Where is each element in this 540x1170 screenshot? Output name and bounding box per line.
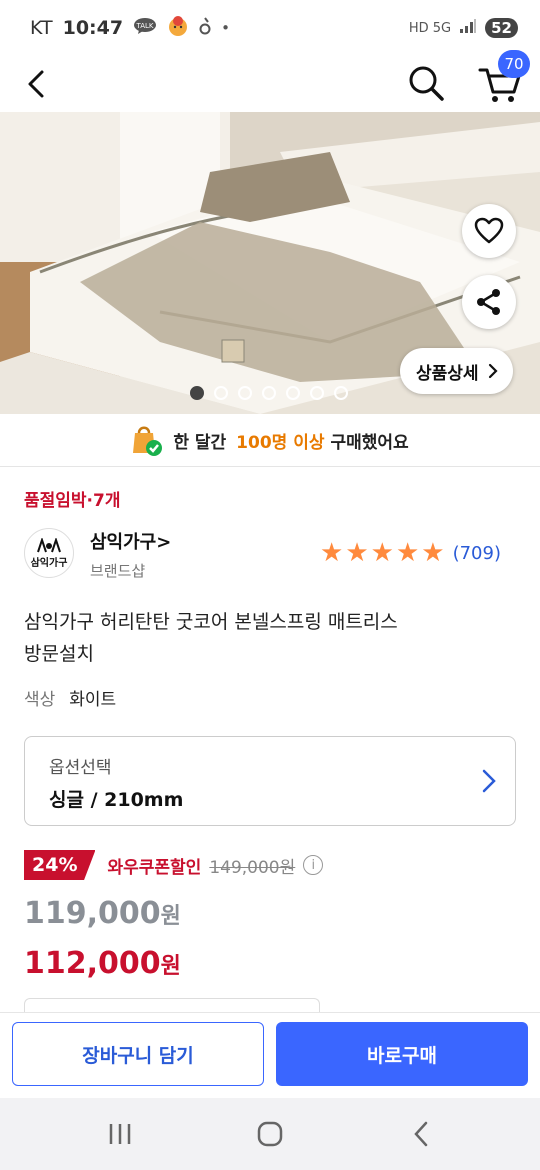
notification-dot: •	[221, 19, 230, 37]
system-nav-bar	[0, 1098, 540, 1170]
back-button[interactable]	[18, 62, 58, 106]
product-detail-label: 상품상세	[416, 363, 479, 384]
option-label: 옵션선택	[49, 758, 112, 778]
carousel-dot[interactable]	[286, 386, 300, 400]
final-price-value: 112,000	[24, 946, 161, 981]
star-icon: ★	[320, 538, 344, 568]
signal-icon	[459, 18, 477, 38]
home-icon	[257, 1121, 283, 1147]
star-icon: ★	[345, 538, 369, 568]
battery-level: 52	[485, 18, 518, 38]
coupon-label: 와우쿠폰할인	[107, 857, 202, 878]
system-back-button[interactable]	[392, 1114, 452, 1154]
brand-shop-label: 브랜드샵	[90, 562, 146, 580]
app-icon	[199, 16, 211, 40]
clock: 10:47	[62, 17, 124, 39]
recent-apps-button[interactable]	[90, 1114, 150, 1154]
recent-apps-icon	[109, 1124, 131, 1144]
carousel-dot[interactable]	[334, 386, 348, 400]
option-selector[interactable]: 옵션선택 싱글 / 210mm	[24, 736, 516, 826]
color-label: 색상	[24, 690, 56, 710]
brand-logo[interactable]: 삼익가구	[24, 528, 74, 578]
chevron-right-icon	[482, 769, 496, 793]
price-before-coupon: 119,000원	[24, 896, 181, 931]
brand-emblem-icon	[37, 537, 61, 552]
option-value: 싱글 / 210mm	[49, 789, 184, 811]
discount-row: 24% 와우쿠폰할인 149,000원 i	[24, 850, 324, 880]
carrier-label: KT	[30, 17, 53, 39]
buy-now-button[interactable]: 바로구매	[276, 1022, 528, 1086]
product-title: 삼익가구 허리탄탄 굿코어 본넬스프링 매트리스 방문설치	[24, 606, 514, 670]
cart-count-badge: 70	[498, 50, 530, 78]
chevron-right-icon	[488, 363, 498, 379]
star-icon: ★	[395, 538, 420, 568]
color-row: 색상 화이트	[24, 685, 116, 710]
product-title-line: 삼익가구 허리탄탄 굿코어 본넬스프링 매트리스	[24, 611, 398, 633]
app-header	[0, 56, 540, 112]
carousel-dot[interactable]	[310, 386, 324, 400]
review-count[interactable]: (709)	[453, 543, 501, 564]
product-detail-button[interactable]: 상품상세	[400, 348, 513, 394]
character-icon	[167, 15, 189, 41]
home-button[interactable]	[240, 1114, 300, 1154]
carousel-dot[interactable]	[190, 386, 204, 400]
share-button[interactable]	[462, 275, 516, 329]
bottom-action-bar: 장바구니 담기 바로구매	[0, 1012, 540, 1098]
rating[interactable]: ★ ★ ★ ★ ★ (709)	[320, 540, 501, 566]
purchase-notice: 한 달간 100명 이상 구매했어요	[0, 420, 540, 460]
currency-label: 원	[160, 954, 181, 979]
info-icon[interactable]: i	[303, 855, 324, 875]
divider	[0, 466, 540, 467]
wishlist-button[interactable]	[462, 204, 516, 258]
price-before-value: 119,000	[24, 896, 161, 931]
carousel-indicator	[190, 386, 348, 400]
star-icon: ★	[370, 538, 394, 568]
chevron-left-icon	[28, 70, 44, 98]
product-title-line: 방문설치	[24, 643, 94, 665]
brand-logo-text: 삼익가구	[30, 557, 68, 569]
back-arrow-icon	[414, 1121, 428, 1147]
heart-icon	[474, 217, 504, 244]
final-price: 112,000원	[24, 946, 181, 981]
discount-badge: 24%	[24, 850, 96, 880]
search-icon	[409, 66, 444, 101]
search-button[interactable]	[403, 60, 449, 106]
shopping-bag-check-icon	[133, 426, 163, 456]
low-stock-label: 품절임박·7개	[24, 491, 121, 511]
notice-highlight: 100명 이상	[236, 432, 325, 453]
svg-text:TALK: TALK	[136, 22, 154, 30]
currency-label: 원	[160, 904, 181, 929]
network-label: HD 5G	[408, 20, 452, 36]
notice-suffix: 구매했어요	[330, 432, 409, 453]
brand-name-link[interactable]: 삼익가구>	[90, 528, 171, 554]
carousel-dot[interactable]	[238, 386, 252, 400]
carousel-dot[interactable]	[262, 386, 276, 400]
original-price: 149,000원	[209, 857, 296, 878]
talk-icon: TALK	[133, 17, 157, 39]
color-value: 화이트	[69, 690, 117, 710]
add-to-cart-button[interactable]: 장바구니 담기	[12, 1022, 264, 1086]
product-image-carousel[interactable]: 상품상세	[0, 112, 540, 414]
star-icon: ★	[421, 538, 445, 568]
status-bar: KT 10:47 TALK • HD 5G 52	[0, 0, 540, 56]
notice-prefix: 한 달간	[173, 432, 227, 453]
carousel-dot[interactable]	[214, 386, 228, 400]
share-icon	[477, 289, 500, 315]
